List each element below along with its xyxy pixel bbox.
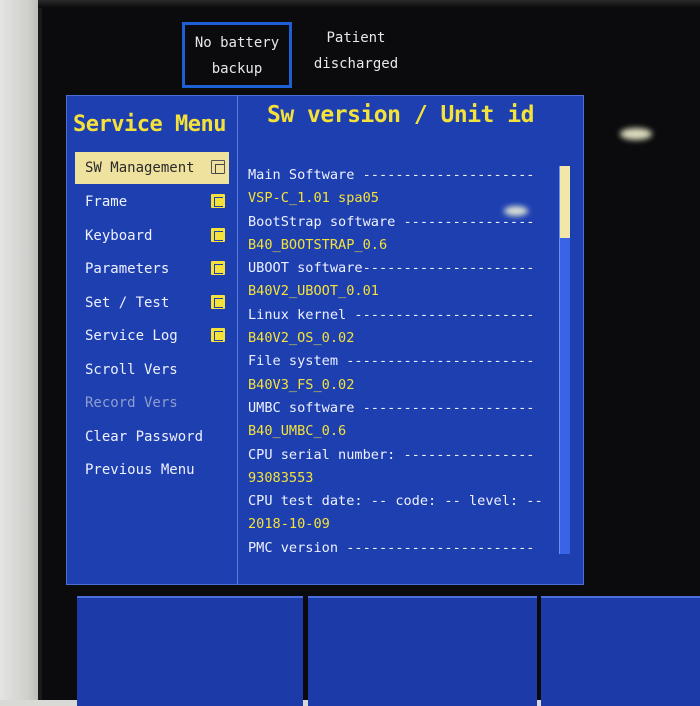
menu-item-label: Parameters <box>85 261 170 277</box>
soft-key-3[interactable] <box>541 596 700 706</box>
service-menu-title: Service Menu <box>73 112 226 137</box>
version-label: CPU test date: -- code: -- level: -- <box>248 493 543 510</box>
scrollbar-thumb[interactable] <box>560 166 570 238</box>
version-value: 93083553 <box>248 469 314 486</box>
battery-status-box[interactable]: No battery backup <box>182 22 292 88</box>
screen-glare <box>504 206 528 216</box>
version-value: B40V2_UBOOT_0.01 <box>248 283 379 300</box>
menu-item-parameters[interactable]: Parameters <box>75 253 229 285</box>
device-bezel <box>0 0 40 700</box>
screen-glare <box>620 128 652 140</box>
version-value: 2018-10-09 <box>248 516 330 533</box>
patient-status-line-2: discharged <box>313 56 399 72</box>
menu-item-label: Record Vers <box>85 395 178 411</box>
version-value: B40_UMBC_0.6 <box>248 423 347 440</box>
menu-item-service-log[interactable]: Service Log <box>75 320 229 352</box>
menu-item-label: Frame <box>85 194 128 210</box>
menu-item-label: Keyboard <box>85 228 153 244</box>
service-menu-column: Service Menu SW Management Frame Keyboard P… <box>67 96 238 584</box>
detail-title: Sw version / Unit id <box>267 102 534 128</box>
submenu-icon <box>211 328 225 342</box>
version-label: Linux kernel ---------------------- <box>248 306 535 323</box>
menu-item-label: SW Management <box>85 160 195 176</box>
screen-edge <box>38 0 700 8</box>
menu-item-previous-menu[interactable]: Previous Menu <box>75 454 229 486</box>
version-info-list: Main Software --------------------- VSP-C… <box>248 164 558 564</box>
menu-item-clear-password[interactable]: Clear Password <box>75 421 229 453</box>
soft-key-2[interactable] <box>308 596 537 706</box>
menu-item-set-test[interactable]: Set / Test <box>75 287 229 319</box>
submenu-icon <box>211 295 225 309</box>
version-label: PMC version ----------------------- <box>248 539 535 556</box>
menu-item-label: Service Log <box>85 328 178 344</box>
soft-key-1[interactable] <box>77 596 303 706</box>
menu-item-frame[interactable]: Frame <box>75 186 229 218</box>
menu-item-scroll-vers[interactable]: Scroll Vers <box>75 354 229 386</box>
patient-status-line-1: Patient <box>326 30 386 46</box>
version-label: UBOOT software--------------------- <box>248 260 535 277</box>
menu-item-label: Previous Menu <box>85 462 195 478</box>
menu-item-label: Scroll Vers <box>85 362 178 378</box>
version-label: Main Software --------------------- <box>248 167 535 183</box>
service-menu-panel: Service Menu SW Management Frame Keyboard P… <box>66 95 584 585</box>
submenu-icon <box>211 228 225 242</box>
submenu-icon <box>211 160 225 174</box>
version-label: UMBC software --------------------- <box>248 399 535 416</box>
version-label: File system ----------------------- <box>248 353 535 370</box>
battery-status-line-1: No battery <box>194 35 280 51</box>
menu-item-record-vers: Record Vers <box>75 387 229 419</box>
version-value: B40V3_FS_0.02 <box>248 376 355 393</box>
menu-item-sw-management[interactable]: SW Management <box>75 152 229 184</box>
menu-item-label: Clear Password <box>85 429 204 445</box>
menu-item-keyboard[interactable]: Keyboard <box>75 220 229 252</box>
version-value: B40V2_OS_0.02 <box>248 330 355 347</box>
version-value: B40_BOOTSTRAP_0.6 <box>248 236 388 253</box>
battery-status-line-2: backup <box>211 61 263 77</box>
version-scrollbar[interactable] <box>559 166 570 554</box>
patient-status: Patient discharged <box>306 25 406 85</box>
menu-item-label: Set / Test <box>85 295 170 311</box>
submenu-icon <box>211 261 225 275</box>
submenu-icon <box>211 194 225 208</box>
version-label: CPU serial number: ---------------- <box>248 446 535 463</box>
